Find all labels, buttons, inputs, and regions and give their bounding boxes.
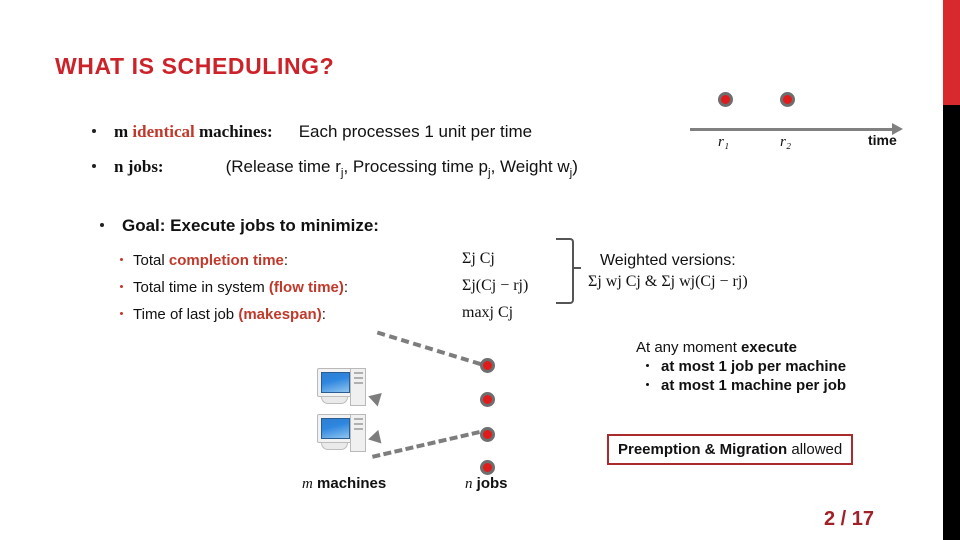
execution-rule-text: at most 1 job per machine bbox=[661, 358, 847, 375]
goal-item: Total time in system (flow time): bbox=[120, 279, 348, 306]
goal-formulas: Σj Cj Σj(Cj − rj) maxj Cj bbox=[462, 250, 528, 331]
goal-item-highlight: (flow time) bbox=[268, 279, 344, 296]
page-title: WHAT IS SCHEDULING? bbox=[55, 53, 335, 79]
machine-computer-icon bbox=[317, 368, 366, 406]
bullet-machines-lead-post: machines: bbox=[194, 122, 273, 141]
machines-label: m machines bbox=[302, 475, 386, 493]
slide-canvas: WHAT IS SCHEDULING? m identical machines… bbox=[0, 0, 960, 540]
release-time-timeline: r₁ r₂ time bbox=[690, 92, 915, 154]
goal-item-highlight: completion time bbox=[168, 252, 284, 269]
rule-bullet-dot-icon bbox=[646, 364, 649, 367]
bullet-machines-lead-pre: m bbox=[114, 122, 133, 141]
bullet-machines-body: Each processes 1 unit per time bbox=[298, 122, 533, 141]
goal-item-highlight: (makespan) bbox=[238, 306, 322, 323]
machines-label-text: machines bbox=[312, 475, 387, 492]
edge-bar-red bbox=[943, 0, 960, 105]
preemption-callout-bold: Preemption & Migration bbox=[618, 441, 788, 458]
sub-bullet-dot-icon bbox=[120, 285, 123, 288]
jobs-label-text: jobs bbox=[472, 475, 508, 492]
goal-sublist: Total completion time: Total time in sys… bbox=[120, 252, 348, 333]
monitor-stand-icon bbox=[321, 442, 348, 450]
goal-heading-row: Goal: Execute jobs to minimize: bbox=[100, 216, 379, 236]
bullet-jobs-lead: n jobs: bbox=[114, 157, 164, 176]
machines-label-symbol: m bbox=[302, 476, 313, 492]
weighted-versions-block: Weighted versions: Σj wj Cj & Σj wj(Cj −… bbox=[588, 252, 748, 291]
brace-icon bbox=[556, 238, 574, 304]
bullet-dot-icon bbox=[92, 164, 96, 168]
monitor-screen-icon bbox=[321, 418, 350, 439]
job-dot-icon bbox=[480, 358, 495, 373]
preemption-callout-rest: allowed bbox=[787, 441, 843, 458]
jobs-label-symbol: n bbox=[465, 476, 473, 492]
assignment-arrow-head-icon bbox=[366, 429, 382, 447]
bullet-dot-icon bbox=[92, 129, 96, 133]
goal-item-pre: Total bbox=[133, 252, 169, 269]
job-dot-icon bbox=[480, 427, 495, 442]
jobs-body-mid: , Processing time p bbox=[343, 157, 489, 176]
jobs-label: n jobs bbox=[465, 475, 508, 493]
timeline-label-r1: r₁ bbox=[718, 134, 730, 150]
timeline-job-dot-icon bbox=[718, 92, 733, 107]
timeline-axis bbox=[690, 128, 895, 131]
machine-computer-icon bbox=[317, 414, 366, 452]
execution-rule-text: at most 1 machine per job bbox=[661, 377, 847, 394]
goal-item-pre: Total time in system bbox=[133, 279, 269, 296]
goal-item-post: : bbox=[321, 306, 326, 323]
job-dot-icon bbox=[480, 392, 495, 407]
goal-item-post: : bbox=[283, 252, 289, 269]
goal-item-pre: Time of last job bbox=[133, 306, 239, 323]
execution-rules-block: At any moment execute at most 1 job per … bbox=[636, 339, 846, 394]
formula-completion-time: Σj Cj bbox=[462, 250, 495, 267]
assignment-arrow-head-icon bbox=[366, 389, 382, 407]
goal-item: Time of last job (makespan): bbox=[120, 306, 348, 333]
tower-icon bbox=[350, 414, 366, 452]
page-number: 2 / 17 bbox=[824, 508, 875, 530]
bullet-machines: m identical machines: Each processes 1 u… bbox=[92, 122, 532, 142]
brace-tick-icon bbox=[572, 267, 581, 269]
goal-heading: Goal: Execute jobs to minimize: bbox=[122, 216, 379, 235]
goal-item-text: Total completion time: bbox=[133, 252, 288, 269]
execution-rule-item: at most 1 job per machine bbox=[636, 358, 846, 375]
edge-bar-black bbox=[943, 105, 960, 540]
goal-item-text: Time of last job (makespan): bbox=[133, 306, 326, 323]
jobs-body-open: (Release time r bbox=[225, 157, 341, 176]
machines-jobs-diagram: m machines n jobs bbox=[280, 330, 530, 502]
sub-bullet-dot-icon bbox=[120, 312, 123, 315]
monitor-screen-icon bbox=[321, 372, 350, 393]
goal-item-text: Total time in system (flow time): bbox=[133, 279, 348, 296]
bullet-dot-icon bbox=[100, 223, 104, 227]
formula-makespan: maxj Cj bbox=[462, 304, 514, 321]
execution-rules-heading-pre: At any moment bbox=[636, 339, 742, 356]
timeline-label-r2: r₂ bbox=[780, 134, 792, 150]
bullet-jobs: n jobs: (Release time rj, Processing tim… bbox=[92, 157, 578, 179]
goal-item-post: : bbox=[343, 279, 349, 296]
assignment-arrow-line bbox=[376, 330, 482, 366]
weighted-versions-label: Weighted versions: bbox=[599, 252, 736, 269]
execution-rule-item: at most 1 machine per job bbox=[636, 377, 846, 394]
monitor-body-icon bbox=[317, 414, 352, 443]
weighted-versions-formula: Σj wj Cj & Σj wj(Cj − rj) bbox=[588, 273, 748, 290]
sub-bullet-dot-icon bbox=[120, 258, 123, 261]
assignment-arrow-line bbox=[371, 430, 480, 459]
timeline-axis-label: time bbox=[868, 132, 897, 148]
monitor-body-icon bbox=[317, 368, 352, 397]
bullet-machines-lead-highlight: identical bbox=[132, 122, 195, 141]
jobs-body-mid2: , Weight w bbox=[490, 157, 570, 176]
timeline-job-dot-icon bbox=[780, 92, 795, 107]
bullet-jobs-body: (Release time rj, Processing time pj, We… bbox=[226, 157, 578, 179]
bullet-machines-lead: m identical machines: bbox=[114, 122, 273, 142]
job-dot-icon bbox=[480, 460, 495, 475]
preemption-callout-box: Preemption & Migration allowed bbox=[607, 434, 854, 465]
execution-rules-heading: At any moment execute bbox=[636, 339, 846, 356]
rule-bullet-dot-icon bbox=[646, 383, 649, 386]
monitor-stand-icon bbox=[321, 396, 348, 404]
tower-icon bbox=[350, 368, 366, 406]
execution-rules-heading-bold: execute bbox=[741, 339, 797, 356]
formula-flow-time: Σj(Cj − rj) bbox=[462, 277, 529, 294]
goal-item: Total completion time: bbox=[120, 252, 348, 279]
jobs-body-close: ) bbox=[572, 157, 578, 176]
